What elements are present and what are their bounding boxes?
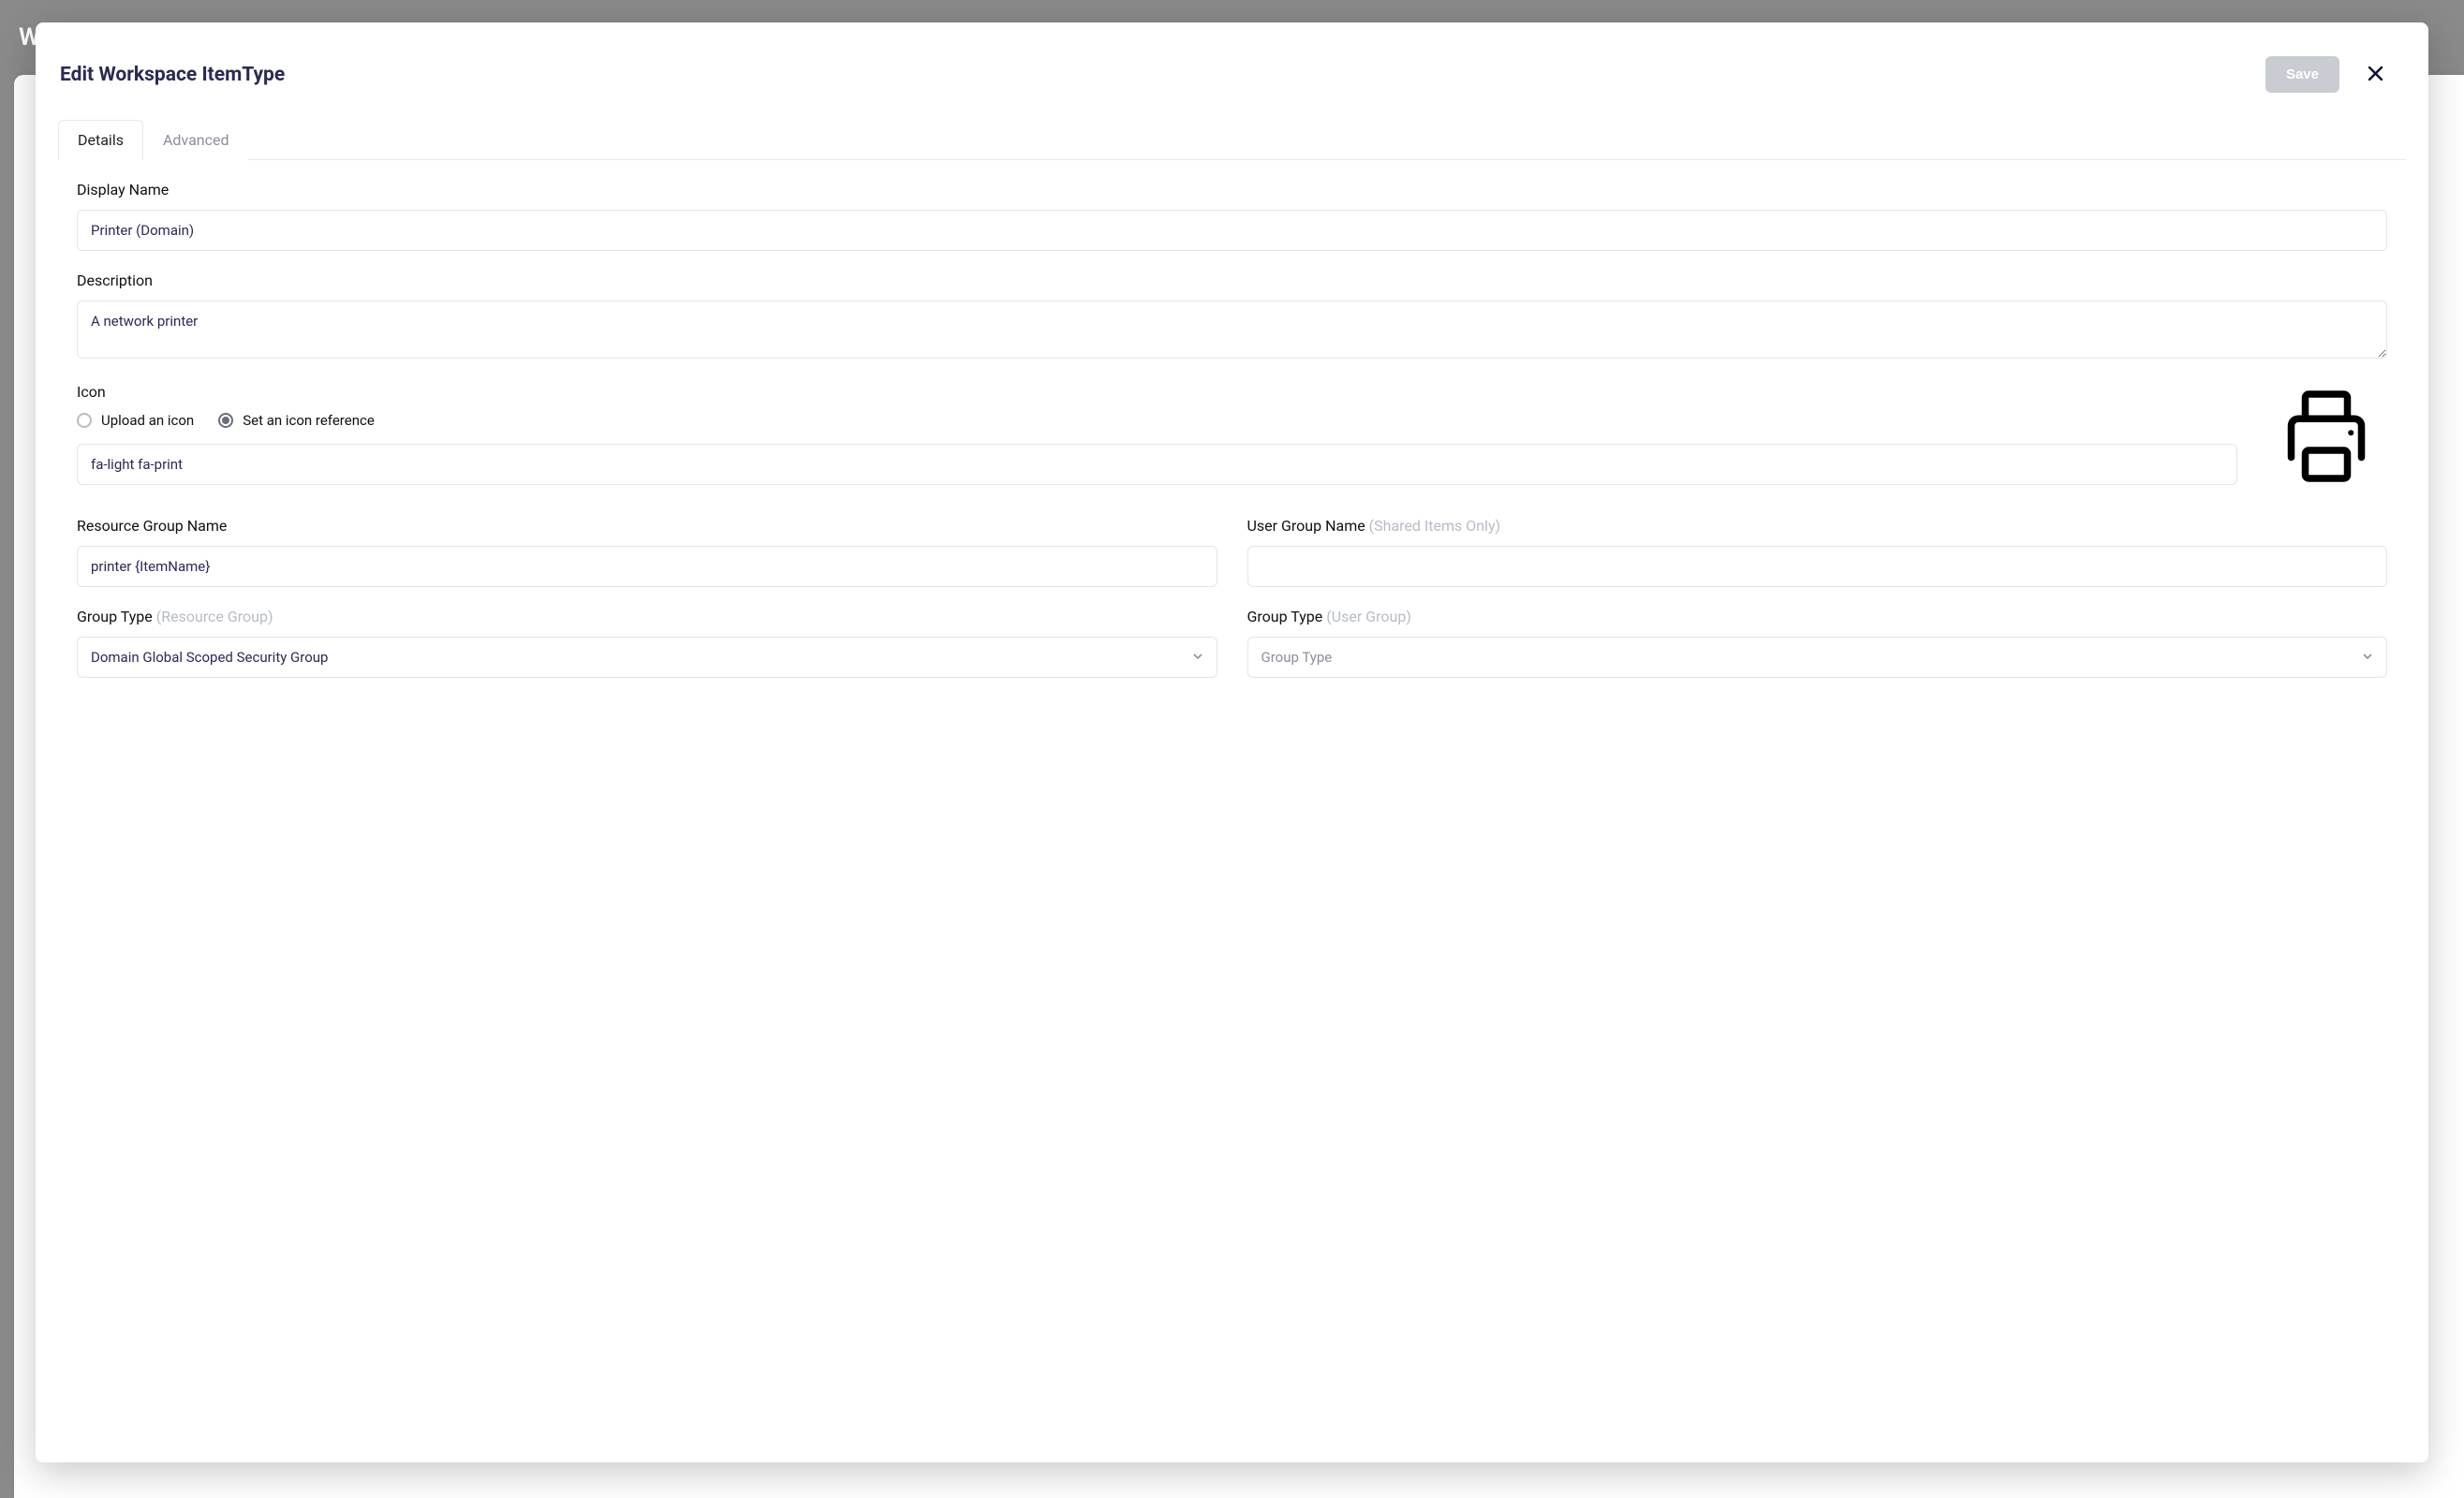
radio-icon bbox=[77, 413, 92, 428]
tab-advanced[interactable]: Advanced bbox=[143, 120, 249, 160]
close-button[interactable] bbox=[2362, 60, 2389, 90]
field-user-group-name: User Group Name (Shared Items Only) bbox=[1247, 517, 2388, 587]
group-name-row: Resource Group Name User Group Name (Sha… bbox=[77, 517, 2387, 587]
description-input[interactable]: A network printer bbox=[77, 301, 2387, 359]
resource-group-name-input[interactable] bbox=[77, 546, 1217, 587]
radio-icon bbox=[218, 413, 233, 428]
field-resource-group-type: Group Type (Resource Group) Domain Globa… bbox=[77, 608, 1217, 678]
save-button[interactable]: Save bbox=[2265, 56, 2339, 93]
user-group-type-placeholder: Group Type bbox=[1262, 649, 1333, 666]
radio-reference-label: Set an icon reference bbox=[243, 412, 375, 429]
user-group-type-label: Group Type (User Group) bbox=[1247, 608, 2388, 625]
field-icon: Icon Upload an icon Set an icon referenc… bbox=[77, 383, 2387, 496]
tab-details[interactable]: Details bbox=[58, 120, 143, 160]
user-group-name-label: User Group Name (Shared Items Only) bbox=[1247, 517, 2388, 535]
radio-upload-icon[interactable]: Upload an icon bbox=[77, 412, 194, 429]
icon-preview bbox=[2265, 380, 2387, 496]
modal-title: Edit Workspace ItemType bbox=[60, 64, 2265, 86]
description-label: Description bbox=[77, 272, 2387, 289]
field-description: Description A network printer bbox=[77, 272, 2387, 362]
close-icon bbox=[2368, 70, 2383, 84]
chevron-down-icon bbox=[1192, 649, 1203, 666]
chevron-down-icon bbox=[2362, 649, 2373, 666]
icon-radio-group: Upload an icon Set an icon reference bbox=[77, 412, 2237, 429]
user-group-name-input[interactable] bbox=[1247, 546, 2388, 587]
field-user-group-type: Group Type (User Group) Group Type bbox=[1247, 608, 2388, 678]
resource-group-name-label: Resource Group Name bbox=[77, 517, 1217, 535]
user-group-type-select[interactable]: Group Type bbox=[1247, 637, 2388, 678]
radio-icon-reference[interactable]: Set an icon reference bbox=[218, 412, 375, 429]
group-type-row: Group Type (Resource Group) Domain Globa… bbox=[77, 608, 2387, 678]
resource-group-type-value: Domain Global Scoped Security Group bbox=[91, 649, 328, 666]
form-body: Display Name Description A network print… bbox=[58, 160, 2406, 1440]
display-name-label: Display Name bbox=[77, 181, 2387, 198]
edit-itemtype-modal: Edit Workspace ItemType Save Details Adv… bbox=[36, 22, 2428, 1462]
field-display-name: Display Name bbox=[77, 181, 2387, 251]
display-name-input[interactable] bbox=[77, 210, 2387, 251]
icon-label: Icon bbox=[77, 383, 2387, 401]
modal-header: Edit Workspace ItemType Save bbox=[58, 51, 2406, 119]
resource-group-type-select[interactable]: Domain Global Scoped Security Group bbox=[77, 637, 1217, 678]
field-resource-group-name: Resource Group Name bbox=[77, 517, 1217, 587]
icon-reference-input[interactable] bbox=[77, 444, 2237, 485]
radio-upload-label: Upload an icon bbox=[101, 412, 194, 429]
printer-icon bbox=[2270, 380, 2383, 496]
resource-group-type-label: Group Type (Resource Group) bbox=[77, 608, 1217, 625]
tabs: Details Advanced bbox=[58, 119, 2406, 160]
